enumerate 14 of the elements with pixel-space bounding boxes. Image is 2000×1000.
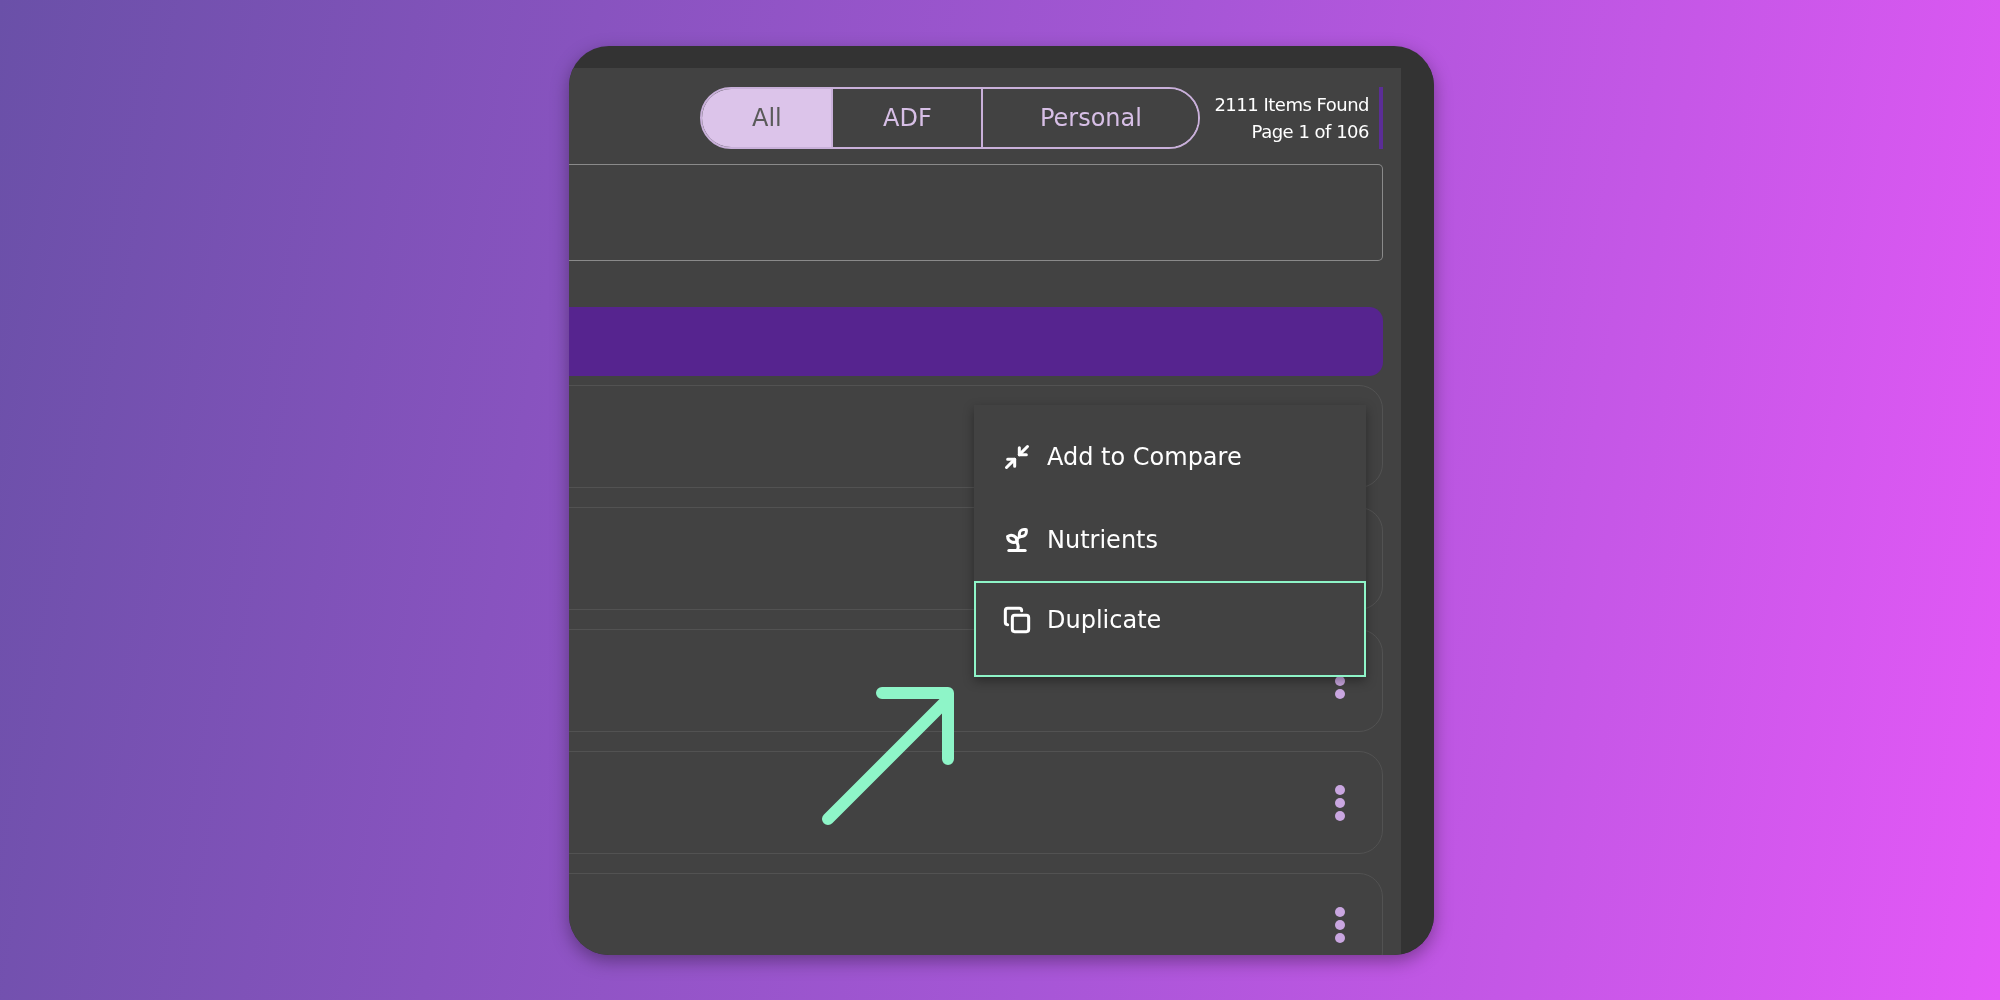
menu-item[interactable]: Add to Compare	[974, 415, 1366, 498]
menu-item[interactable]: Duplicate	[974, 581, 1366, 677]
page-indicator: Page 1 of 106	[1251, 121, 1369, 142]
filter-tab[interactable]: All	[702, 89, 832, 147]
filter-tab[interactable]: Personal	[981, 89, 1199, 147]
items-count: 2111 Items Found	[1214, 94, 1369, 115]
copy-icon	[1003, 606, 1031, 634]
more-icon[interactable]	[1334, 783, 1346, 822]
search-field[interactable]	[569, 164, 1383, 261]
more-icon[interactable]	[1334, 905, 1346, 944]
sprout-icon	[1003, 525, 1031, 554]
scrollbar-track[interactable]	[1401, 68, 1434, 955]
shrink-icon	[1003, 442, 1031, 471]
menu-item[interactable]: Nutrients	[974, 498, 1366, 581]
